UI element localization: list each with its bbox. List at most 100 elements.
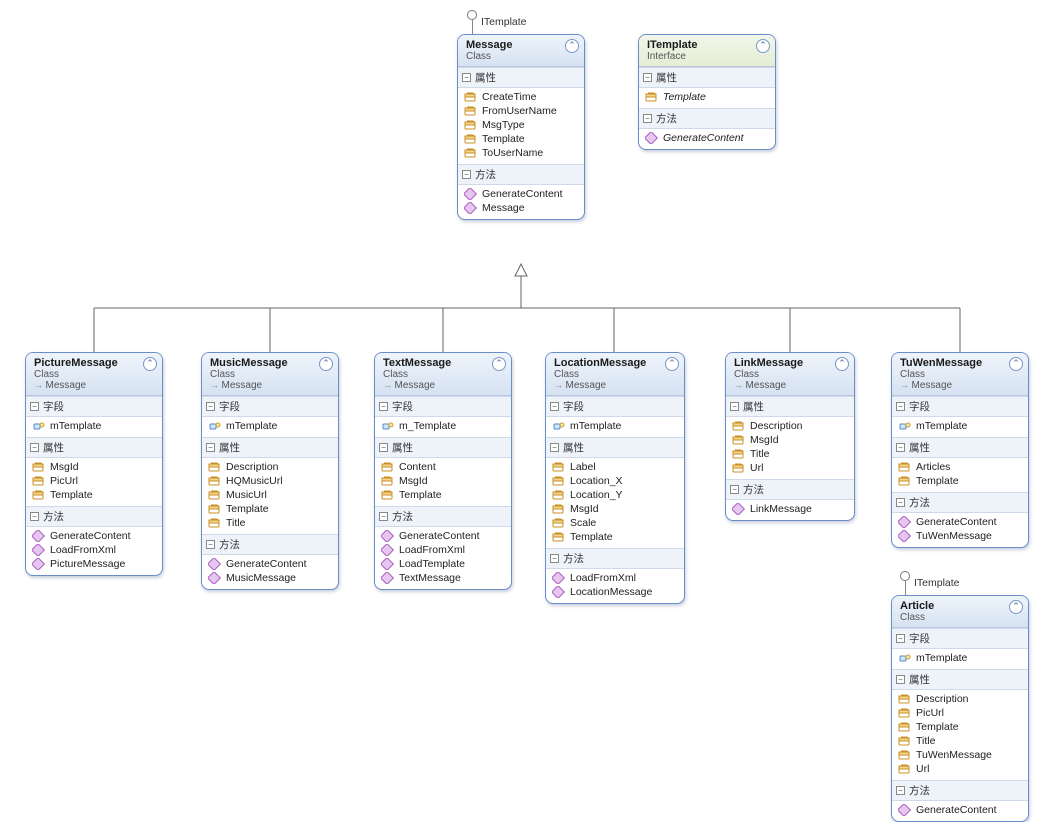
method-icon (381, 530, 395, 542)
section-props[interactable]: −属性 (892, 669, 1028, 690)
class-name: ITemplate (647, 39, 769, 51)
section-methods[interactable]: −方法 (892, 492, 1028, 513)
property-icon (552, 475, 566, 487)
section-methods[interactable]: −方法 (639, 108, 775, 129)
prop-item: HQMusicUrl (204, 474, 336, 488)
class-header: MusicMessage Class Message ⌃ (202, 353, 338, 396)
prop-item: Location_X (548, 474, 682, 488)
prop-item: Description (204, 460, 336, 474)
section-fields[interactable]: −字段 (26, 396, 162, 417)
section-props[interactable]: −属性 (458, 67, 584, 88)
class-inherit: Message (900, 380, 1022, 391)
class-stereo: Class (554, 369, 678, 380)
class-tuwen-message: TuWenMessage Class Message ⌃ −字段 mTempla… (891, 352, 1029, 548)
prop-item: PicUrl (894, 706, 1026, 720)
prop-item: Content (377, 460, 509, 474)
prop-item: Template (894, 720, 1026, 734)
property-icon (464, 105, 478, 117)
property-icon (552, 503, 566, 515)
class-header: LocationMessage Class Message ⌃ (546, 353, 684, 396)
prop-item: Template (460, 132, 582, 146)
method-item: LoadFromXml (377, 543, 509, 557)
prop-item: Template (377, 488, 509, 502)
collapse-icon[interactable]: ⌃ (756, 39, 770, 53)
collapse-icon[interactable]: ⌃ (835, 357, 849, 371)
method-item: GenerateContent (460, 187, 582, 201)
section-methods[interactable]: −方法 (458, 164, 584, 185)
property-icon (208, 475, 222, 487)
prop-item: Label (548, 460, 682, 474)
class-name: LinkMessage (734, 357, 848, 369)
collapse-icon[interactable]: ⌃ (1009, 357, 1023, 371)
method-icon (32, 558, 46, 570)
section-fields[interactable]: −字段 (375, 396, 511, 417)
method-item: TuWenMessage (894, 529, 1026, 543)
section-fields[interactable]: −字段 (892, 396, 1028, 417)
collapse-icon[interactable]: ⌃ (565, 39, 579, 53)
class-stereo: Class (34, 369, 156, 380)
collapse-icon[interactable]: ⌃ (665, 357, 679, 371)
section-props[interactable]: −属性 (26, 437, 162, 458)
method-icon (32, 544, 46, 556)
field-item: mTemplate (548, 419, 682, 433)
section-props[interactable]: −属性 (639, 67, 775, 88)
class-name: Article (900, 600, 1022, 612)
section-props[interactable]: −属性 (726, 396, 854, 417)
section-fields[interactable]: −字段 (546, 396, 684, 417)
property-icon (32, 475, 46, 487)
section-methods[interactable]: −方法 (892, 780, 1028, 801)
property-icon (898, 721, 912, 733)
section-methods[interactable]: −方法 (726, 479, 854, 500)
method-item: TextMessage (377, 571, 509, 585)
section-props[interactable]: −属性 (546, 437, 684, 458)
class-stereo: Class (900, 612, 1022, 623)
property-icon (898, 749, 912, 761)
class-name: Message (466, 39, 578, 51)
property-icon (898, 707, 912, 719)
field-item: mTemplate (894, 651, 1026, 665)
field-item: mTemplate (28, 419, 160, 433)
prop-item: Title (204, 516, 336, 530)
section-props[interactable]: −属性 (892, 437, 1028, 458)
collapse-icon[interactable]: ⌃ (492, 357, 506, 371)
section-props[interactable]: −属性 (375, 437, 511, 458)
method-item: MusicMessage (204, 571, 336, 585)
method-item: GenerateContent (894, 803, 1026, 817)
property-icon (552, 461, 566, 473)
class-message: Message Class ⌃ −属性 CreateTime FromUserN… (457, 34, 585, 220)
lollipop-itemplate-article: ITemplate (900, 571, 960, 595)
section-props[interactable]: −属性 (202, 437, 338, 458)
class-picture-message: PictureMessage Class Message ⌃ −字段 mTemp… (25, 352, 163, 576)
collapse-icon[interactable]: ⌃ (143, 357, 157, 371)
methods-list: GenerateContent Message (458, 185, 584, 219)
prop-item: Template (548, 530, 682, 544)
class-inherit: Message (34, 380, 156, 391)
method-icon (898, 516, 912, 528)
class-header: TextMessage Class Message ⌃ (375, 353, 511, 396)
section-methods[interactable]: −方法 (202, 534, 338, 555)
section-methods[interactable]: −方法 (375, 506, 511, 527)
section-fields[interactable]: −字段 (892, 628, 1028, 649)
methods-list: GenerateContent (639, 129, 775, 149)
collapse-icon[interactable]: ⌃ (319, 357, 333, 371)
property-icon (32, 489, 46, 501)
section-fields[interactable]: −字段 (202, 396, 338, 417)
collapse-icon[interactable]: ⌃ (1009, 600, 1023, 614)
class-header: PictureMessage Class Message ⌃ (26, 353, 162, 396)
field-icon (32, 420, 46, 432)
method-icon (898, 804, 912, 816)
section-methods[interactable]: −方法 (26, 506, 162, 527)
prop-item: Description (728, 419, 852, 433)
class-name: LocationMessage (554, 357, 678, 369)
method-item: LoadFromXml (28, 543, 160, 557)
prop-item: Location_Y (548, 488, 682, 502)
method-icon (381, 544, 395, 556)
prop-item: MsgId (548, 502, 682, 516)
property-icon (552, 517, 566, 529)
property-icon (732, 434, 746, 446)
class-name: MusicMessage (210, 357, 332, 369)
prop-item: Template (641, 90, 773, 104)
method-icon (32, 530, 46, 542)
section-methods[interactable]: −方法 (546, 548, 684, 569)
class-name: PictureMessage (34, 357, 156, 369)
